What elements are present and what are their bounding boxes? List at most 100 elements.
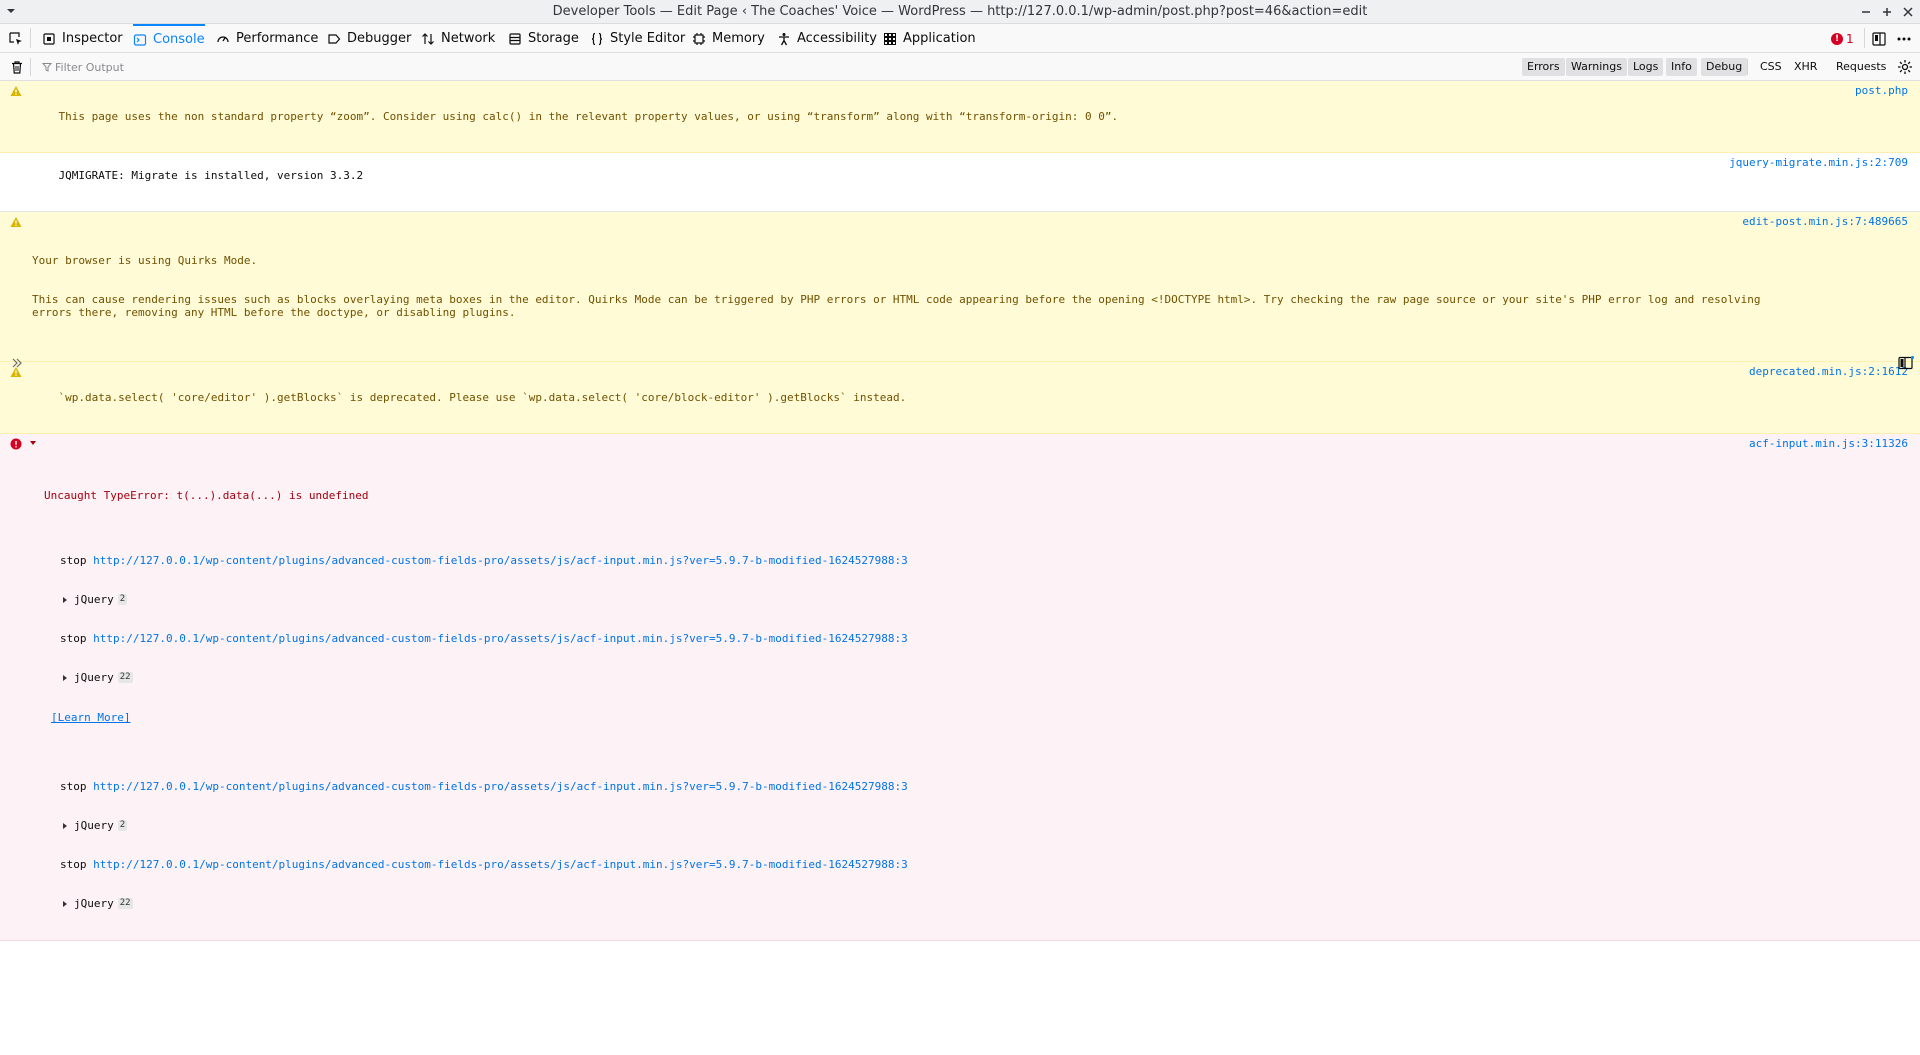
tab-label: Memory — [712, 31, 765, 46]
filter-requests-button[interactable]: Requests — [1831, 58, 1891, 76]
jquery-object-row[interactable]: jQuery 2 — [44, 593, 1780, 606]
message-source-link[interactable]: post.php — [1855, 84, 1908, 97]
element-picker-icon — [9, 31, 22, 45]
tab-label: Console — [153, 32, 205, 47]
stack-frame: stop http://127.0.0.1/wp-content/plugins… — [44, 858, 1780, 871]
tab-performance[interactable]: Performance — [216, 24, 318, 53]
prompt-chevron-icon — [12, 358, 22, 368]
maximize-icon[interactable] — [1878, 3, 1896, 21]
stack-frame: stop http://127.0.0.1/wp-content/plugins… — [44, 632, 1780, 645]
element-picker-button[interactable] — [8, 24, 30, 53]
jquery-object-row[interactable]: jQuery 2 — [44, 819, 1780, 832]
warning-message-zoom: This page uses the non standard property… — [0, 81, 1920, 153]
performance-icon — [217, 35, 229, 42]
error-icon — [10, 438, 22, 450]
tab-storage[interactable]: Storage — [508, 24, 579, 53]
stack-function: stop — [60, 858, 87, 871]
filter-logs-button[interactable]: Logs — [1628, 58, 1664, 76]
expand-arrow-icon[interactable] — [62, 822, 68, 830]
object-label: jQuery — [74, 593, 114, 606]
console-settings-icon[interactable] — [1897, 59, 1913, 75]
warning-message-quirks: Your browser is using Quirks Mode. This … — [0, 212, 1920, 362]
tab-label: Storage — [528, 31, 579, 46]
learn-more-link[interactable]: [Learn More] — [44, 711, 1780, 724]
minimize-icon[interactable] — [1857, 3, 1875, 21]
stack-function: stop — [60, 632, 87, 645]
style-editor-icon — [591, 32, 603, 45]
message-source-link[interactable]: acf-input.min.js:3:11326 — [1749, 437, 1908, 450]
debugger-icon — [328, 33, 341, 44]
stack-function: stop — [60, 780, 87, 793]
stack-function: stop — [60, 554, 87, 567]
error-count-button[interactable]: ! 1 — [1831, 24, 1854, 53]
console-icon — [133, 33, 147, 46]
dock-options-button[interactable] — [1871, 24, 1887, 53]
console-input-row[interactable] — [0, 351, 1920, 375]
object-label: jQuery — [74, 819, 114, 832]
expand-toggle-icon[interactable] — [29, 439, 37, 447]
stack-url-link[interactable]: http://127.0.0.1/wp-content/plugins/adva… — [93, 554, 908, 567]
jquery-object-row[interactable]: jQuery 22 — [44, 897, 1780, 910]
tab-network[interactable]: Network — [421, 24, 495, 53]
tab-label: Network — [441, 31, 496, 46]
more-options-icon — [1897, 37, 1911, 40]
tab-label: Inspector — [62, 31, 123, 46]
stack-url-link[interactable]: http://127.0.0.1/wp-content/plugins/adva… — [93, 858, 908, 871]
tab-console[interactable]: Console — [133, 24, 205, 53]
filter-info-button[interactable]: Info — [1666, 58, 1697, 76]
error-message-typeerror: Uncaught TypeError: t(...).data(...) is … — [0, 434, 1920, 941]
stack-url-link[interactable]: http://127.0.0.1/wp-content/plugins/adva… — [93, 780, 908, 793]
memory-icon — [693, 32, 705, 45]
tab-memory[interactable]: Memory — [692, 24, 765, 53]
clear-console-icon[interactable] — [10, 60, 24, 74]
log-message-jqmigrate: JQMIGRATE: Migrate is installed, version… — [0, 153, 1920, 212]
jquery-object-row[interactable]: jQuery 22 — [44, 671, 1780, 684]
filter-output-input[interactable] — [55, 58, 655, 76]
expand-arrow-icon[interactable] — [62, 900, 68, 908]
tab-label: Debugger — [347, 31, 412, 46]
inspector-icon — [43, 32, 55, 45]
tab-label: Application — [903, 31, 976, 46]
object-label: jQuery — [74, 897, 114, 910]
warning-icon — [10, 217, 22, 227]
filter-debug-button[interactable]: Debug — [1701, 58, 1748, 76]
editor-mode-toggle-icon[interactable] — [1898, 356, 1914, 370]
tab-label: Performance — [236, 31, 319, 46]
expand-arrow-icon[interactable] — [62, 674, 68, 682]
message-text: JQMIGRATE: Migrate is installed, version… — [58, 169, 364, 182]
console-filter-bar: Errors Warnings Logs Info Debug CSS XHR … — [0, 53, 1920, 81]
message-source-link[interactable]: edit-post.min.js:7:489665 — [1742, 215, 1908, 228]
message-text-line2: This can cause rendering issues such as … — [32, 293, 1768, 319]
tab-inspector[interactable]: Inspector — [42, 24, 123, 53]
count-badge: 22 — [117, 898, 133, 909]
object-label: jQuery — [74, 671, 114, 684]
message-text: Uncaught TypeError: t(...).data(...) is … — [44, 489, 369, 502]
network-icon — [422, 32, 434, 45]
storage-icon — [509, 32, 521, 45]
more-options-button[interactable] — [1896, 24, 1912, 53]
close-icon[interactable] — [1899, 3, 1917, 21]
stack-url-link[interactable]: http://127.0.0.1/wp-content/plugins/adva… — [93, 632, 908, 645]
filter-warnings-button[interactable]: Warnings — [1566, 58, 1627, 76]
count-badge: 2 — [117, 820, 128, 831]
window-titlebar: Developer Tools — Edit Page ‹ The Coache… — [0, 0, 1920, 24]
tab-label: Accessibility — [797, 31, 877, 46]
tab-debugger[interactable]: Debugger — [327, 24, 411, 53]
error-icon: ! — [1831, 32, 1843, 45]
accessibility-icon — [779, 32, 789, 45]
tab-accessibility[interactable]: Accessibility — [777, 24, 877, 53]
error-count: ! 1 — [1831, 32, 1854, 46]
filter-errors-button[interactable]: Errors — [1522, 58, 1565, 76]
tab-style-editor[interactable]: Style Editor — [590, 24, 685, 53]
tab-label: Style Editor — [610, 31, 686, 46]
warning-icon — [10, 86, 22, 96]
filter-css-button[interactable]: CSS — [1755, 58, 1787, 76]
tab-application[interactable]: Application — [883, 24, 976, 53]
filter-xhr-button[interactable]: XHR — [1789, 58, 1822, 76]
stack-frame: stop http://127.0.0.1/wp-content/plugins… — [44, 554, 1780, 567]
expand-arrow-icon[interactable] — [62, 596, 68, 604]
stack-frame: stop http://127.0.0.1/wp-content/plugins… — [44, 780, 1780, 793]
message-source-link[interactable]: jquery-migrate.min.js:2:709 — [1729, 156, 1908, 169]
devtools-toolbar: Inspector Console Performance Debugger N… — [0, 24, 1920, 53]
count-badge: 22 — [117, 672, 133, 683]
